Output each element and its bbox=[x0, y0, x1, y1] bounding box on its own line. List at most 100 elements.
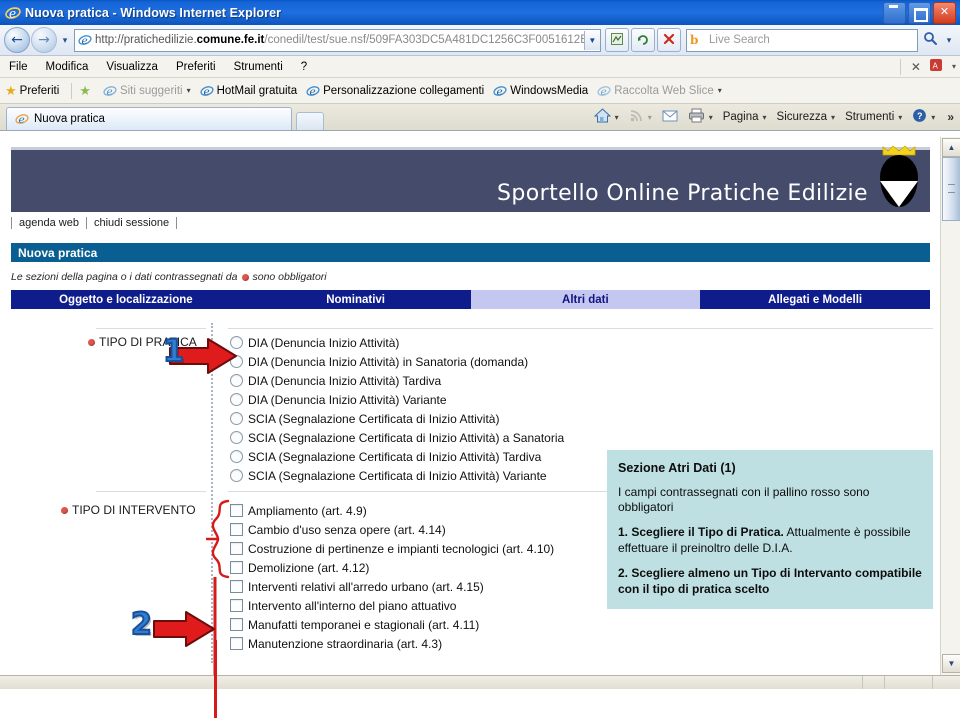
close-button[interactable]: ✕ bbox=[933, 2, 956, 24]
pdf-converter-icon[interactable]: A bbox=[929, 58, 944, 75]
home-button[interactable]: ▾ bbox=[589, 108, 624, 126]
link-chiudi-sessione[interactable]: chiudi sessione bbox=[87, 217, 178, 229]
checkbox-option[interactable]: Ampliamento (art. 4.9) bbox=[230, 501, 554, 520]
radio-icon[interactable] bbox=[230, 431, 243, 444]
refresh-button[interactable] bbox=[631, 28, 655, 52]
checkbox-icon[interactable] bbox=[230, 637, 243, 650]
favbar-item-raccolta-web-slice[interactable]: e Raccolta Web Slice ▾ bbox=[597, 84, 722, 98]
address-bar[interactable]: e http://pratichedilizie.comune.fe.it/co… bbox=[74, 28, 601, 52]
section-divider bbox=[211, 323, 213, 663]
search-provider-dropdown[interactable]: ▾ bbox=[942, 35, 956, 46]
url-prefix: http://pratichedilizie. bbox=[95, 34, 197, 46]
radio-icon[interactable] bbox=[230, 412, 243, 425]
menu-item-preferiti[interactable]: Preferiti bbox=[167, 61, 225, 73]
chevron-down-icon: ▼ bbox=[947, 659, 956, 668]
radio-option[interactable]: DIA (Denuncia Inizio Attività) Variante bbox=[230, 390, 564, 409]
radio-option[interactable]: DIA (Denuncia Inizio Attività) Tardiva bbox=[230, 371, 564, 390]
menu-item-visualizza[interactable]: Visualizza bbox=[97, 61, 167, 73]
favbar-item-personalizzazione[interactable]: e Personalizzazione collegamenti bbox=[306, 84, 484, 98]
checkbox-icon[interactable] bbox=[230, 599, 243, 612]
tab-allegati-e-modelli[interactable]: Allegati e Modelli bbox=[700, 290, 930, 309]
checkbox-icon[interactable] bbox=[230, 523, 243, 536]
radio-option[interactable]: SCIA (Segnalazione Certificata di Inizio… bbox=[230, 466, 564, 485]
favbar-item-siti-suggeriti[interactable]: e Siti suggeriti ▾ bbox=[103, 84, 191, 98]
favorites-button[interactable]: ★ Preferiti bbox=[5, 83, 59, 99]
checkbox-option[interactable]: Demolizione (art. 4.12) bbox=[230, 558, 554, 577]
required-dot-icon bbox=[241, 273, 249, 281]
magnifier-icon bbox=[923, 31, 938, 49]
history-dropdown-button[interactable]: ▾ bbox=[58, 35, 72, 46]
menu-item-modifica[interactable]: Modifica bbox=[37, 61, 98, 73]
help-callout: Sezione Atri Dati (1) I campi contrasseg… bbox=[607, 450, 933, 610]
checkbox-icon[interactable] bbox=[230, 561, 243, 574]
radio-icon[interactable] bbox=[230, 393, 243, 406]
scroll-up-button[interactable]: ▲ bbox=[942, 138, 960, 157]
radio-label: SCIA (Segnalazione Certificata di Inizio… bbox=[248, 430, 565, 445]
back-button[interactable]: ← bbox=[4, 27, 30, 53]
minimize-button[interactable] bbox=[883, 2, 906, 24]
menu-item-help[interactable]: ? bbox=[292, 61, 316, 73]
radio-icon[interactable] bbox=[230, 450, 243, 463]
vertical-scrollbar[interactable]: ▲ ▼ bbox=[940, 137, 960, 675]
command-bar-overflow-button[interactable]: » bbox=[940, 110, 954, 124]
checkbox-icon[interactable] bbox=[230, 580, 243, 593]
radio-option[interactable]: DIA (Denuncia Inizio Attività) bbox=[230, 333, 564, 352]
checkbox-option[interactable]: Manutenzione straordinaria (art. 4.3) bbox=[230, 634, 554, 653]
page-menu-button[interactable]: Pagina ▾ bbox=[718, 111, 772, 123]
favbar-item-hotmail[interactable]: e HotMail gratuita bbox=[200, 84, 297, 98]
radio-icon[interactable] bbox=[230, 355, 243, 368]
back-arrow-icon: ← bbox=[11, 32, 23, 48]
checkbox-icon[interactable] bbox=[230, 504, 243, 517]
search-input[interactable]: Live Search bbox=[709, 34, 770, 46]
tab-oggetto-e-localizzazione[interactable]: Oggetto e localizzazione bbox=[11, 290, 241, 309]
url-path: /conedil/test/sue.nsf/509FA303DC5A481DC1… bbox=[264, 34, 584, 46]
favbar-item-label: Personalizzazione collegamenti bbox=[323, 84, 485, 97]
tab-nominativi[interactable]: Nominativi bbox=[241, 290, 471, 309]
restore-button[interactable] bbox=[908, 2, 931, 24]
favbar-item-windowsmedia[interactable]: e WindowsMedia bbox=[493, 84, 588, 98]
scrollbar-thumb[interactable] bbox=[942, 157, 960, 221]
tab-altri-dati[interactable]: Altri dati bbox=[470, 290, 701, 309]
feeds-button[interactable]: ▾ bbox=[624, 108, 657, 126]
forward-button[interactable]: → bbox=[31, 27, 57, 53]
help-menu-button[interactable]: ? ▾ bbox=[907, 108, 940, 126]
checkbox-option[interactable]: Cambio d'uso senza opere (art. 4.14) bbox=[230, 520, 554, 539]
menu-item-strumenti[interactable]: Strumenti bbox=[225, 61, 292, 73]
checkbox-option[interactable]: Interventi relativi all'arredo urbano (a… bbox=[230, 577, 554, 596]
status-cell bbox=[932, 676, 933, 690]
search-box[interactable]: b Live Search bbox=[686, 28, 918, 52]
radio-option[interactable]: SCIA (Segnalazione Certificata di Inizio… bbox=[230, 409, 564, 428]
address-dropdown-button[interactable]: ▼ bbox=[583, 30, 600, 50]
security-menu-button[interactable]: Sicurezza ▾ bbox=[772, 111, 841, 123]
checkbox-option[interactable]: Manufatti temporanei e stagionali (art. … bbox=[230, 615, 554, 634]
compatibility-view-button[interactable] bbox=[605, 28, 629, 52]
radio-icon[interactable] bbox=[230, 374, 243, 387]
radio-option[interactable]: SCIA (Segnalazione Certificata di Inizio… bbox=[230, 428, 564, 447]
scroll-down-button[interactable]: ▼ bbox=[942, 654, 960, 673]
checkbox-icon[interactable] bbox=[230, 542, 243, 555]
search-go-button[interactable] bbox=[918, 29, 942, 51]
checkbox-option[interactable]: Costruzione di pertinenze e impianti tec… bbox=[230, 539, 554, 558]
radio-option[interactable]: DIA (Denuncia Inizio Attività) in Sanato… bbox=[230, 352, 564, 371]
radio-icon[interactable] bbox=[230, 469, 243, 482]
add-to-favorites-bar-button[interactable]: ★ bbox=[79, 83, 94, 99]
checkbox-label: Manufatti temporanei e stagionali (art. … bbox=[248, 617, 480, 632]
tools-menu-button[interactable]: Strumenti ▾ bbox=[840, 111, 907, 123]
chevron-down-icon[interactable]: ▾ bbox=[952, 62, 956, 71]
link-agenda-web[interactable]: agenda web bbox=[11, 217, 87, 229]
radio-option[interactable]: SCIA (Segnalazione Certificata di Inizio… bbox=[230, 447, 564, 466]
menu-item-file[interactable]: File bbox=[0, 61, 37, 73]
required-dot-icon bbox=[88, 338, 95, 346]
divider bbox=[71, 82, 73, 99]
annotation-guide-line bbox=[214, 640, 217, 718]
stop-button[interactable] bbox=[657, 28, 681, 52]
read-mail-button[interactable] bbox=[657, 109, 683, 125]
close-tab-icon[interactable]: ✕ bbox=[911, 60, 921, 74]
radio-icon[interactable] bbox=[230, 336, 243, 349]
print-button[interactable]: ▾ bbox=[683, 108, 718, 126]
tab-nuova-pratica[interactable]: e Nuova pratica bbox=[6, 107, 292, 130]
checkbox-option[interactable]: Intervento all'interno del piano attuati… bbox=[230, 596, 554, 615]
new-tab-button[interactable] bbox=[296, 112, 324, 130]
checkbox-icon[interactable] bbox=[230, 618, 243, 631]
checkbox-label: Costruzione di pertinenze e impianti tec… bbox=[248, 541, 555, 556]
